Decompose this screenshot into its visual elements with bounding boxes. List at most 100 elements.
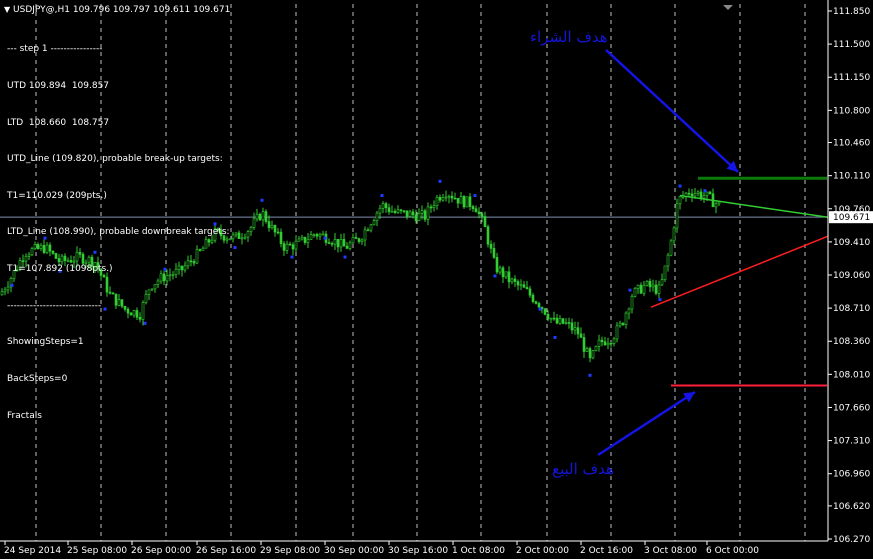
fractal-marker [323, 236, 327, 240]
candle-body [639, 284, 643, 294]
candle-body [438, 197, 442, 201]
y-tick-label: 109.410 [833, 238, 870, 248]
candle-body [708, 191, 712, 195]
candle-body [429, 206, 433, 209]
candle-body [585, 348, 589, 352]
y-tick-label: 106.620 [833, 502, 870, 512]
candle-body [621, 322, 625, 325]
candle-body [567, 322, 571, 324]
info-line: BackSteps=0 [7, 373, 68, 384]
annotation-arrows [597, 49, 739, 457]
candle-body [705, 191, 709, 196]
candle-body [273, 225, 277, 233]
candle-body [678, 196, 682, 205]
candle-body [507, 271, 511, 283]
candle-body [489, 243, 493, 249]
candle-body [366, 229, 370, 232]
candle-body [630, 296, 634, 310]
candle-body [492, 248, 496, 258]
candle-body [300, 236, 304, 240]
x-tick-label: 29 Sep 08:00 [260, 546, 320, 556]
candle-body [234, 232, 238, 236]
fractal-marker [380, 194, 384, 198]
candle-body [714, 203, 718, 208]
candle-body [597, 339, 601, 347]
candle-body [447, 195, 451, 198]
candle-body [231, 234, 235, 240]
collapse-triangle-icon[interactable]: ▼ [4, 5, 10, 14]
candle-body [603, 341, 607, 346]
candle-body [576, 327, 580, 335]
fractal-marker [438, 179, 442, 183]
candle-body [483, 216, 487, 228]
candle-body [255, 213, 259, 220]
candle-body [645, 280, 649, 286]
info-line: LTD 108.660 108.757 [7, 117, 110, 128]
candle-body [444, 196, 448, 199]
candle-body [465, 196, 469, 208]
info-line: UTD 109.894 109.857 [7, 81, 110, 92]
candle-body [279, 231, 283, 244]
candle-body [378, 207, 382, 214]
x-tick-label: 26 Sep 16:00 [196, 546, 256, 556]
candle-body [411, 211, 415, 216]
sell-arrow [597, 390, 696, 457]
candle-body [510, 278, 514, 283]
candle-body [441, 197, 445, 201]
candle-body [525, 287, 529, 290]
candle-body [351, 237, 355, 244]
candle-body [666, 254, 670, 267]
candle-body [516, 281, 520, 286]
candle-body [672, 227, 676, 242]
candle-body [402, 210, 406, 213]
candle-body [3, 289, 7, 293]
candle-body [396, 209, 400, 213]
candle-body [573, 327, 577, 331]
y-tick-label: 111.500 [833, 40, 870, 50]
symbol-quote: USDJPY@,H1 109.796 109.797 109.611 109.6… [13, 5, 231, 15]
info-line: ----------------------------- [7, 300, 102, 311]
candle-body [369, 224, 373, 231]
candle-body [420, 210, 424, 214]
candle-body [387, 207, 391, 213]
info-line: T1=107.892 (1098pts.) [7, 264, 113, 275]
candle-body [423, 210, 427, 220]
fractal-marker [703, 189, 707, 193]
candle-body [435, 197, 439, 206]
candle-body [657, 284, 661, 294]
candle-body [498, 267, 502, 273]
candle-body [372, 220, 376, 226]
indicator-info-panel: --- step 1 ---------------- UTD 109.894 … [7, 19, 230, 434]
candle-body [591, 350, 595, 359]
y-tick-label: 106.960 [833, 470, 870, 480]
candle-body [528, 288, 532, 296]
candle-body [462, 196, 466, 208]
candle-body [468, 196, 472, 207]
y-tick-label: 110.460 [833, 139, 870, 149]
candle-body [312, 234, 316, 236]
candle-body [609, 342, 613, 345]
info-line: Fractals [7, 410, 42, 421]
candle-body [282, 243, 286, 251]
y-tick-label: 110.110 [833, 172, 870, 182]
candle-body [360, 239, 364, 242]
candle-body [615, 325, 619, 340]
candle-body [504, 271, 508, 278]
candle-body [612, 338, 616, 344]
candle-body [306, 239, 310, 243]
y-tick-label: 106.270 [833, 535, 870, 545]
fractal-marker [538, 307, 542, 311]
candle-body [594, 346, 598, 351]
candle-body [456, 197, 460, 204]
candle-body [717, 201, 721, 205]
candle-body [384, 203, 388, 209]
buy-arrow [605, 49, 739, 173]
fractal-marker [658, 298, 662, 302]
candle-body [345, 245, 349, 249]
candle-body [381, 203, 385, 209]
candle-body [408, 211, 412, 217]
candle-body [501, 267, 505, 278]
sell-target-label: هدف البيع [552, 460, 614, 478]
candle-body [453, 197, 457, 200]
info-line: ShowingSteps=1 [7, 337, 84, 348]
